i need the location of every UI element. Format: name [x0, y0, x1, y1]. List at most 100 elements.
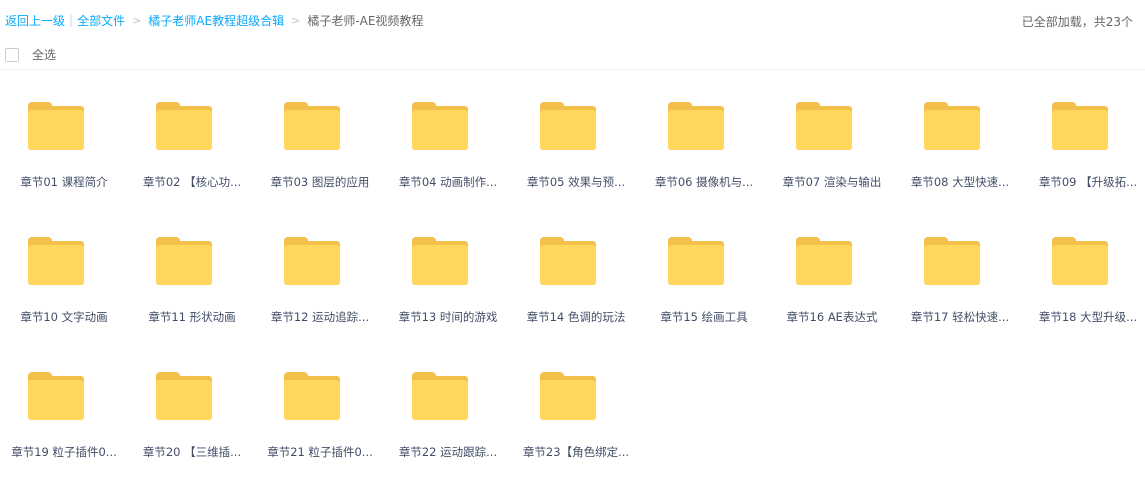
- file-name[interactable]: 章节02 【核心功...: [128, 174, 256, 190]
- file-name[interactable]: 章节16 AE表达式: [768, 309, 896, 325]
- folder-icon-front: [540, 110, 596, 150]
- file-name[interactable]: 章节20 【三维插...: [128, 444, 256, 460]
- file-item[interactable]: 章节05 效果与预...: [512, 90, 640, 210]
- file-item[interactable]: 章节08 大型快速...: [896, 90, 1024, 210]
- file-name[interactable]: 章节05 效果与预...: [512, 174, 640, 190]
- file-name[interactable]: 章节03 图层的应用: [256, 174, 384, 190]
- folder-icon-front: [924, 110, 980, 150]
- parent-folder-link[interactable]: 橘子老师AE教程超级合辑: [148, 12, 284, 29]
- file-item[interactable]: 章节20 【三维插...: [128, 360, 256, 480]
- file-name[interactable]: 章节12 运动追踪...: [256, 309, 384, 325]
- file-item[interactable]: 章节11 形状动画: [128, 225, 256, 345]
- folder-icon: [284, 372, 340, 420]
- file-name[interactable]: 章节04 动画制作...: [384, 174, 512, 190]
- file-name[interactable]: 章节19 粒子插件0...: [0, 444, 128, 460]
- folder-icon-front: [156, 110, 212, 150]
- file-item[interactable]: 章节04 动画制作...: [384, 90, 512, 210]
- folder-icon: [1052, 237, 1108, 285]
- file-name[interactable]: 章节15 绘画工具: [640, 309, 768, 325]
- file-item[interactable]: 章节21 粒子插件0...: [256, 360, 384, 480]
- folder-icon-front: [28, 245, 84, 285]
- folder-icon-front: [28, 110, 84, 150]
- folder-icon: [156, 237, 212, 285]
- folder-icon: [28, 237, 84, 285]
- file-name[interactable]: 章节23【角色绑定...: [512, 444, 640, 460]
- folder-icon: [668, 102, 724, 150]
- folder-icon: [540, 237, 596, 285]
- select-all-label[interactable]: 全选: [32, 46, 56, 63]
- file-item[interactable]: 章节03 图层的应用: [256, 90, 384, 210]
- file-item[interactable]: 章节12 运动追踪...: [256, 225, 384, 345]
- folder-icon-front: [540, 245, 596, 285]
- folder-icon: [412, 237, 468, 285]
- file-name[interactable]: 章节22 运动跟踪...: [384, 444, 512, 460]
- folder-icon: [28, 102, 84, 150]
- file-item[interactable]: 章节15 绘画工具: [640, 225, 768, 345]
- folder-icon-front: [284, 110, 340, 150]
- file-item[interactable]: 章节02 【核心功...: [128, 90, 256, 210]
- file-item[interactable]: 章节10 文字动画: [0, 225, 128, 345]
- file-name[interactable]: 章节10 文字动画: [0, 309, 128, 325]
- file-item[interactable]: 章节01 课程简介: [0, 90, 128, 210]
- folder-icon: [284, 102, 340, 150]
- file-name[interactable]: 章节06 摄像机与...: [640, 174, 768, 190]
- breadcrumb-separator: >: [132, 13, 142, 27]
- file-item[interactable]: 章节16 AE表达式: [768, 225, 896, 345]
- folder-icon-front: [156, 380, 212, 420]
- file-item[interactable]: 章节13 时间的游戏: [384, 225, 512, 345]
- file-item[interactable]: 章节17 轻松快速...: [896, 225, 1024, 345]
- folder-icon-front: [412, 110, 468, 150]
- folder-icon-front: [796, 245, 852, 285]
- folder-icon-front: [796, 110, 852, 150]
- file-name[interactable]: 章节17 轻松快速...: [896, 309, 1024, 325]
- top-bar: 返回上一级 | 全部文件 > 橘子老师AE教程超级合辑 > 橘子老师-AE视频教…: [0, 0, 1145, 40]
- folder-icon: [412, 372, 468, 420]
- loaded-count: 已全部加载，共23个: [1021, 15, 1133, 29]
- folder-icon-front: [284, 245, 340, 285]
- file-name[interactable]: 章节18 大型升级...: [1024, 309, 1145, 325]
- file-item[interactable]: 章节18 大型升级...: [1024, 225, 1145, 345]
- file-name[interactable]: 章节01 课程简介: [0, 174, 128, 190]
- file-name[interactable]: 章节07 渲染与输出: [768, 174, 896, 190]
- select-all-row: 全选: [0, 40, 1145, 70]
- folder-icon: [540, 102, 596, 150]
- back-link[interactable]: 返回上一级: [5, 12, 65, 29]
- folder-icon: [156, 102, 212, 150]
- file-name[interactable]: 章节13 时间的游戏: [384, 309, 512, 325]
- breadcrumb: 返回上一级 | 全部文件 > 橘子老师AE教程超级合辑 > 橘子老师-AE视频教…: [0, 12, 423, 29]
- folder-icon-front: [156, 245, 212, 285]
- file-name[interactable]: 章节08 大型快速...: [896, 174, 1024, 190]
- folder-icon: [28, 372, 84, 420]
- all-files-link[interactable]: 全部文件: [77, 12, 125, 29]
- folder-icon: [924, 237, 980, 285]
- folder-icon: [284, 237, 340, 285]
- folder-icon: [412, 102, 468, 150]
- file-item[interactable]: 章节23【角色绑定...: [512, 360, 640, 480]
- folder-icon-front: [412, 380, 468, 420]
- file-item[interactable]: 章节09 【升级拓...: [1024, 90, 1145, 210]
- file-name[interactable]: 章节09 【升级拓...: [1024, 174, 1145, 190]
- breadcrumb-divider: |: [69, 13, 74, 27]
- folder-icon: [668, 237, 724, 285]
- folder-icon-front: [1052, 245, 1108, 285]
- breadcrumb-separator: >: [291, 13, 301, 27]
- folder-icon-front: [540, 380, 596, 420]
- folder-icon: [156, 372, 212, 420]
- folder-icon-front: [412, 245, 468, 285]
- folder-icon-front: [924, 245, 980, 285]
- file-item[interactable]: 章节07 渲染与输出: [768, 90, 896, 210]
- select-all-checkbox[interactable]: [5, 47, 19, 62]
- folder-icon-front: [668, 245, 724, 285]
- file-name[interactable]: 章节11 形状动画: [128, 309, 256, 325]
- folder-icon-front: [668, 110, 724, 150]
- file-item[interactable]: 章节19 粒子插件0...: [0, 360, 128, 480]
- file-name[interactable]: 章节14 色调的玩法: [512, 309, 640, 325]
- folder-icon-front: [28, 380, 84, 420]
- file-item[interactable]: 章节14 色调的玩法: [512, 225, 640, 345]
- folder-icon: [924, 102, 980, 150]
- folder-icon-front: [1052, 110, 1108, 150]
- file-item[interactable]: 章节06 摄像机与...: [640, 90, 768, 210]
- file-item[interactable]: 章节22 运动跟踪...: [384, 360, 512, 480]
- folder-icon: [1052, 102, 1108, 150]
- file-name[interactable]: 章节21 粒子插件0...: [256, 444, 384, 460]
